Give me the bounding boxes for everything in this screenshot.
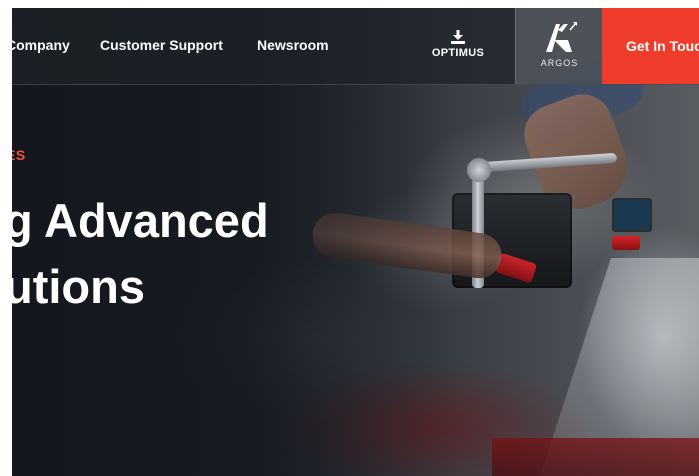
hero-headline-line-1: g Advanced [12,194,269,247]
optimus-label: OPTIMUS [431,47,485,59]
hero-headline-line-2: utions [12,260,145,313]
hero-headline: g Advanced utions [12,188,269,320]
argos-label: ARGOS [540,58,579,68]
nav-link-newsroom[interactable]: Newsroom [257,37,329,53]
optimus-download-link[interactable]: OPTIMUS [428,30,488,66]
argos-brand-link[interactable]: ARGOS [515,8,603,84]
page-viewport: Company Customer Support Newsroom OPTIMU… [12,8,699,476]
download-icon [451,30,465,44]
nav-link-company[interactable]: Company [12,37,70,53]
nav-link-customer-support[interactable]: Customer Support [100,37,223,53]
hero-eyebrow: ES [12,147,26,163]
get-in-touch-button[interactable]: Get In Touch [602,8,699,84]
site-header: Company Customer Support Newsroom OPTIMU… [12,8,699,85]
argos-logo-icon [546,22,577,52]
